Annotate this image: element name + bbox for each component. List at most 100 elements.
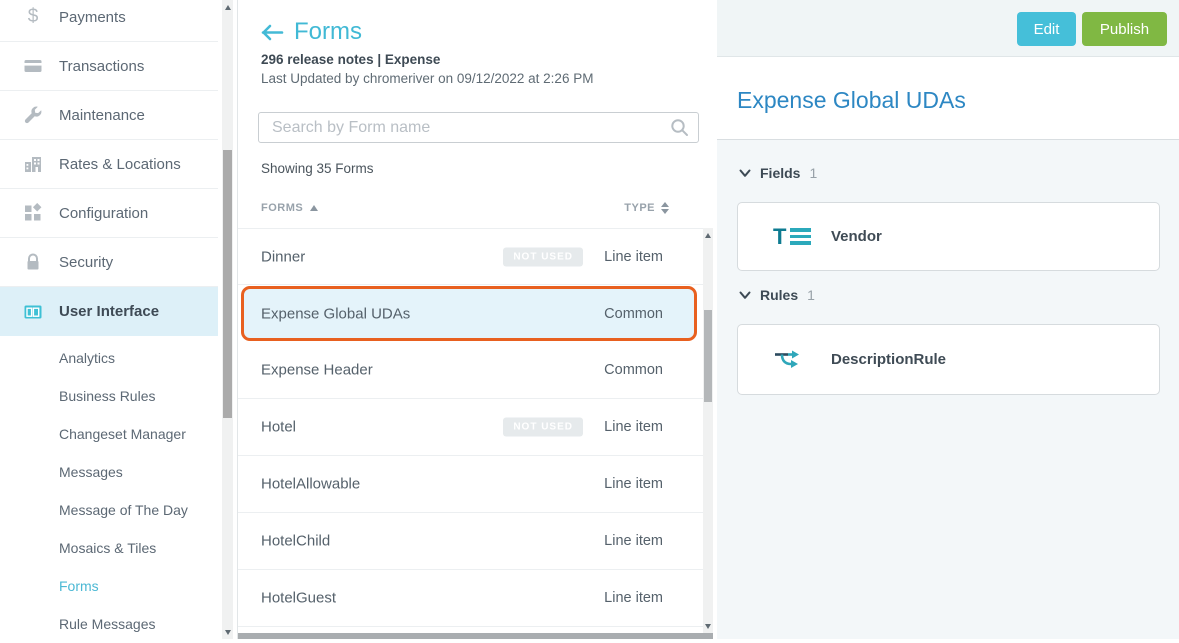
sidebar-item-security[interactable]: Security [0, 238, 218, 287]
sidebar-item-label: User Interface [59, 303, 159, 320]
fields-section-toggle[interactable]: Fields 1 [739, 165, 817, 181]
sidebar-subitem-messages[interactable]: Messages [0, 453, 218, 491]
form-name: Hotel [261, 419, 296, 436]
table-row[interactable]: HotelChild Line item [238, 513, 703, 570]
rules-section-count: 1 [807, 287, 815, 303]
table-row[interactable]: HotelAllowable Line item [238, 456, 703, 513]
detail-toolbar: Edit Publish [717, 0, 1179, 57]
detail-content: Fields 1 T Vendor Rules 1 DescriptionRul… [717, 140, 1179, 639]
form-type: Line item [604, 249, 663, 265]
table-header: FORMS TYPE [238, 196, 703, 228]
lock-icon [22, 252, 44, 272]
sidebar-item-label: Payments [59, 9, 126, 26]
form-name: HotelAllowable [261, 476, 360, 493]
sort-both-icon [661, 202, 669, 214]
form-type: Line item [604, 590, 663, 606]
sidebar-item-configuration[interactable]: Configuration [0, 189, 218, 238]
back-arrow-icon[interactable] [259, 23, 284, 42]
rules-section-label: Rules [760, 287, 798, 303]
form-name: HotelChild [261, 533, 330, 550]
last-updated-label: Last Updated by chromeriver on 09/12/202… [261, 71, 593, 86]
field-card-vendor[interactable]: T Vendor [737, 202, 1160, 271]
ui-panel-icon [22, 302, 44, 322]
sidebar-subitem-analytics[interactable]: Analytics [0, 339, 218, 377]
form-type: Common [604, 362, 663, 378]
search-input[interactable] [258, 112, 699, 143]
subitem-label: Forms [59, 578, 99, 594]
rule-card-descriptionrule[interactable]: DescriptionRule [737, 324, 1160, 395]
sidebar-item-maintenance[interactable]: Maintenance [0, 91, 218, 140]
sidebar-item-label: Configuration [59, 205, 148, 222]
scroll-up-icon[interactable] [703, 228, 713, 242]
horizontal-scrollbar[interactable] [238, 633, 713, 639]
sort-asc-icon [310, 205, 318, 211]
sidebar-subitem-mosaics-tiles[interactable]: Mosaics & Tiles [0, 529, 218, 567]
table-row-selected[interactable]: Expense Global UDAs Common [238, 285, 703, 342]
sidebar-subitem-rule-messages[interactable]: Rule Messages [0, 605, 218, 643]
table-row[interactable]: Expense Header Common [238, 342, 703, 399]
not-used-badge: NOT USED [503, 418, 583, 437]
subitem-label: Business Rules [59, 388, 156, 404]
form-name: Dinner [261, 248, 305, 265]
sidebar-scrollbar[interactable] [222, 0, 233, 639]
table-row[interactable]: Hotel NOT USED Line item [238, 399, 703, 456]
wrench-icon [22, 105, 44, 125]
search-wrap [258, 112, 699, 143]
table-row[interactable]: HotelGuest Line item [238, 570, 703, 627]
form-type: Line item [604, 533, 663, 549]
detail-panel: Edit Publish Expense Global UDAs Fields … [717, 0, 1179, 639]
building-icon [22, 154, 44, 174]
detail-title: Expense Global UDAs [737, 87, 966, 114]
column-header-forms[interactable]: FORMS [261, 202, 318, 214]
form-type: Line item [604, 419, 663, 435]
back-to-forms[interactable]: Forms [259, 18, 362, 46]
form-type: Line item [604, 476, 663, 492]
scroll-down-icon[interactable] [222, 625, 233, 639]
text-field-icon: T [773, 227, 815, 247]
table-row[interactable]: Dinner NOT USED Line item [238, 228, 703, 285]
scroll-down-icon[interactable] [703, 619, 713, 633]
table-scrollbar-thumb[interactable] [704, 310, 712, 402]
sidebar-item-user-interface[interactable]: User Interface [0, 287, 218, 336]
blocks-icon [22, 203, 44, 223]
sidebar-item-label: Rates & Locations [59, 156, 181, 173]
column-forms-label: FORMS [261, 202, 303, 214]
table-scrollbar[interactable] [703, 228, 713, 633]
sidebar-subitem-business-rules[interactable]: Business Rules [0, 377, 218, 415]
forms-panel-title: Forms [294, 18, 362, 46]
subitem-label: Mosaics & Tiles [59, 540, 156, 556]
not-used-badge: NOT USED [503, 247, 583, 266]
publish-button[interactable]: Publish [1082, 12, 1167, 46]
forms-table: Dinner NOT USED Line item Expense Global… [238, 228, 703, 627]
sidebar-item-label: Transactions [59, 58, 144, 75]
sidebar-scrollbar-thumb[interactable] [223, 150, 232, 418]
subitem-label: Rule Messages [59, 616, 156, 632]
sidebar: $ Payments Transactions Maintenance Rate… [0, 0, 218, 639]
column-header-type[interactable]: TYPE [624, 202, 669, 214]
fields-section-label: Fields [760, 165, 800, 181]
subitem-label: Changeset Manager [59, 426, 186, 442]
chevron-down-icon [739, 291, 751, 300]
dollar-icon: $ [22, 6, 44, 28]
sidebar-subitem-changeset-manager[interactable]: Changeset Manager [0, 415, 218, 453]
rules-section-toggle[interactable]: Rules 1 [739, 287, 815, 303]
chevron-down-icon [739, 169, 751, 178]
sidebar-subitem-message-of-the-day[interactable]: Message of The Day [0, 491, 218, 529]
sidebar-nav: $ Payments Transactions Maintenance Rate… [0, 0, 218, 643]
release-notes-label: 296 release notes | Expense [261, 52, 440, 67]
sidebar-item-transactions[interactable]: Transactions [0, 42, 218, 91]
scroll-up-icon[interactable] [222, 0, 233, 14]
edit-button[interactable]: Edit [1017, 12, 1076, 46]
search-icon [670, 118, 689, 142]
form-name: Expense Header [261, 362, 373, 379]
fields-section-count: 1 [809, 165, 817, 181]
column-type-label: TYPE [624, 202, 655, 214]
form-name: Expense Global UDAs [261, 305, 410, 322]
sidebar-item-label: Security [59, 254, 113, 271]
sidebar-item-payments[interactable]: $ Payments [0, 0, 218, 42]
showing-count-label: Showing 35 Forms [261, 161, 374, 176]
sidebar-subitem-forms[interactable]: Forms [0, 567, 218, 605]
sidebar-item-rates-locations[interactable]: Rates & Locations [0, 140, 218, 189]
form-name: HotelGuest [261, 590, 336, 607]
form-type: Common [604, 306, 663, 322]
